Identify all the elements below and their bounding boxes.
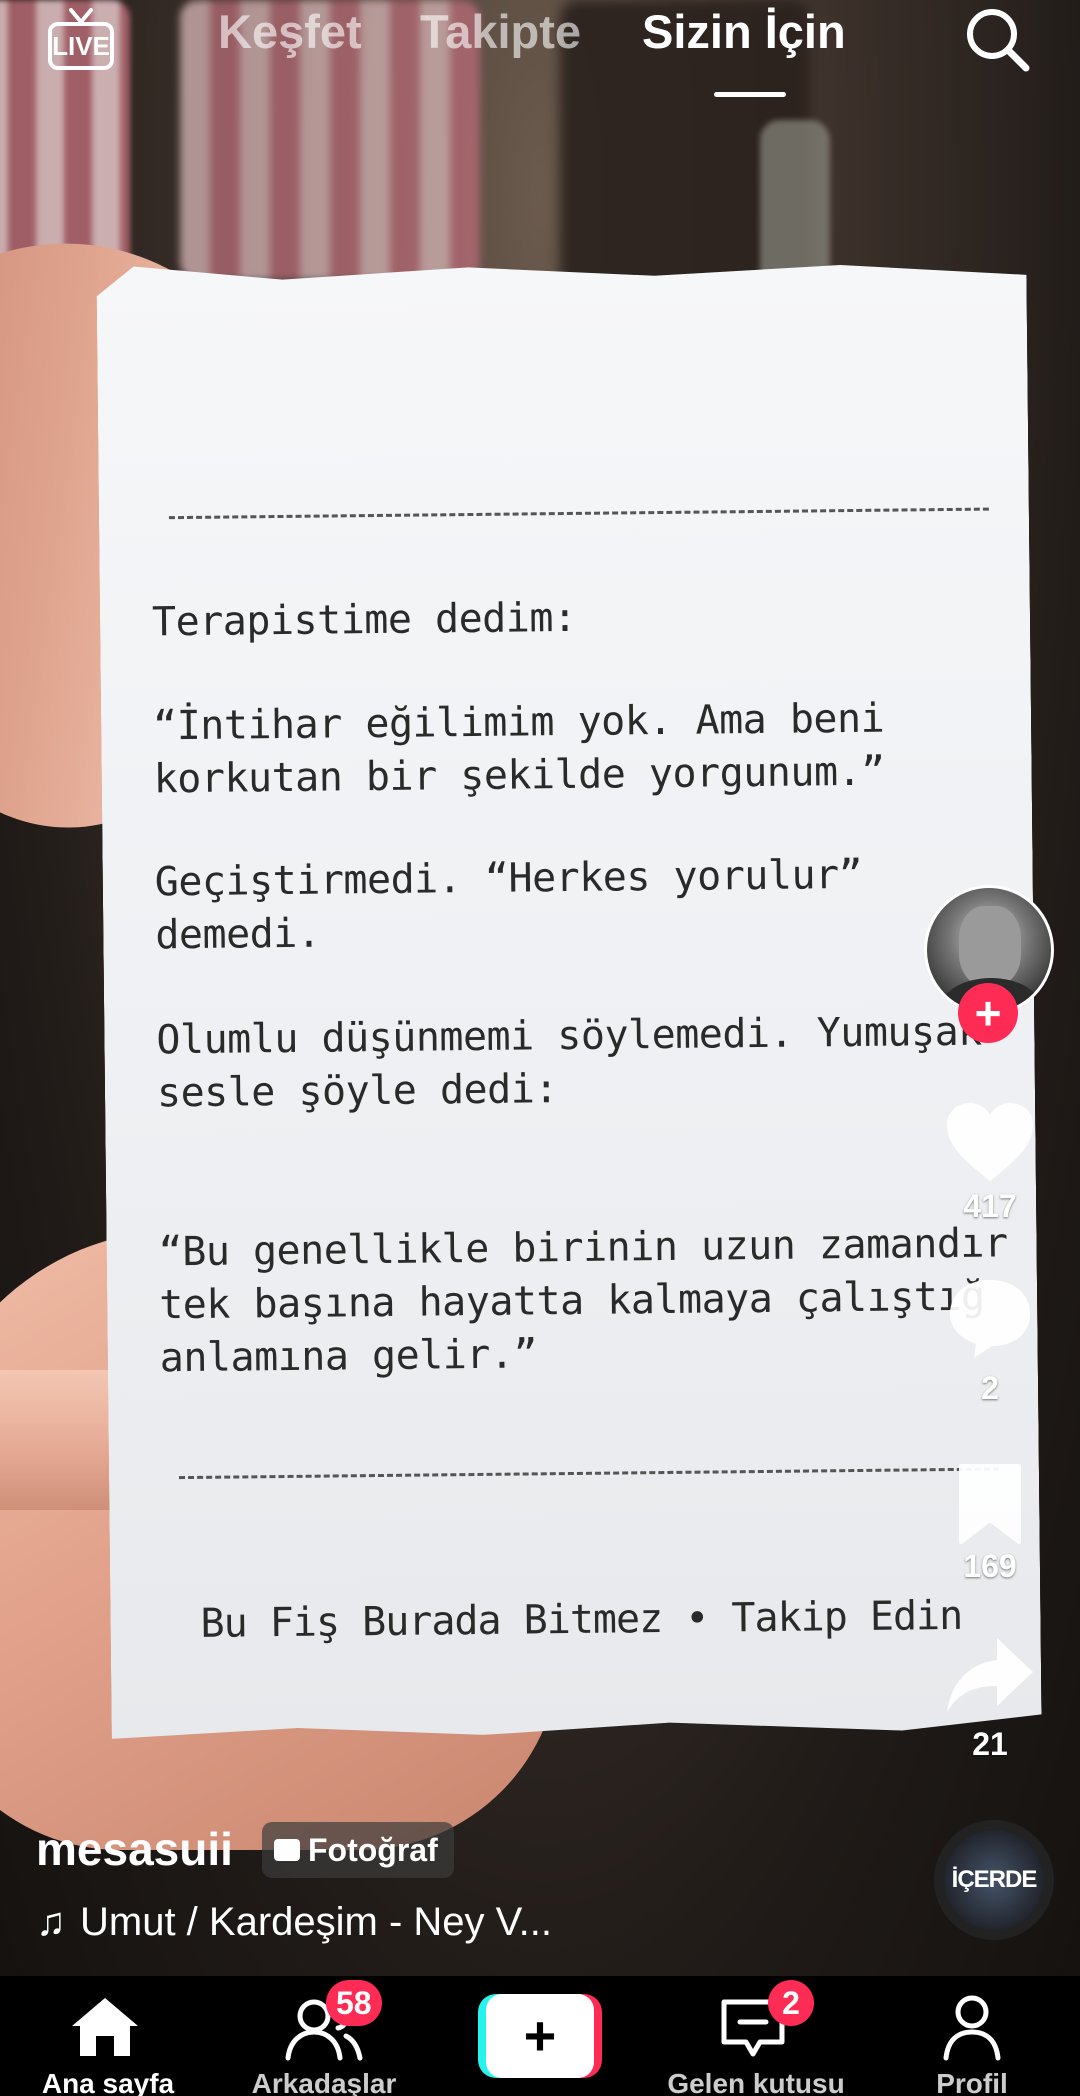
disc-label: İÇERDE [951, 1866, 1038, 1893]
creator-username[interactable]: mesasuii [36, 1822, 233, 1876]
active-tab-indicator [714, 92, 786, 97]
friends-badge: 58 [326, 1980, 382, 2026]
plus-icon: + [486, 1994, 594, 2078]
nav-home[interactable]: Ana sayfa [0, 1976, 216, 2096]
follow-button[interactable]: + [958, 983, 1018, 1043]
save-count: 169 [963, 1548, 1017, 1584]
receipt-text-p5: “Bu genellikle birinin uzun zamandır tek… [158, 1220, 1008, 1382]
comment-button[interactable] [942, 1270, 1038, 1366]
share-arrow-icon [947, 1638, 1033, 1712]
nav-profile[interactable]: Profil [864, 1976, 1080, 2096]
post-photo[interactable]: Terapistime dedim: “İntihar eğilimim yok… [0, 0, 1080, 1976]
bottom-navigation: Ana sayfa 58 Arkadaşlar + 2 Gelen kutusu [0, 1976, 1080, 2096]
bookmark-icon [959, 1464, 1021, 1544]
photo-icon [274, 1839, 300, 1861]
receipt-divider [169, 508, 989, 520]
music-info[interactable]: ♫ Umut / Kardeşim - Ney V... [36, 1900, 552, 1945]
receipt-divider [179, 1468, 999, 1480]
share-button[interactable] [942, 1628, 1038, 1724]
comment-count: 2 [981, 1370, 999, 1406]
music-note-icon: ♫ [36, 1900, 66, 1944]
heart-icon [947, 1103, 1033, 1181]
nav-home-label: Ana sayfa [41, 2068, 175, 2096]
comment-icon [950, 1280, 1030, 1358]
receipt-text-p4: Olumlu düşünmemi söylemedi. Yumuşak sesl… [156, 1008, 982, 1117]
top-navigation: LIVE Keşfet Takipte Sizin İçin [0, 0, 1080, 110]
share-count: 21 [972, 1726, 1008, 1762]
receipt-text-p3: Geçiştirmedi. “Herkes yorulur” demedi. [154, 851, 863, 959]
profile-icon [943, 1995, 1001, 2061]
receipt-paper: Terapistime dedim: “İntihar eğilimim yok… [96, 257, 1041, 1739]
nav-inbox-label: Gelen kutusu [667, 2068, 845, 2096]
receipt-text-p1: Terapistime dedim: [151, 594, 577, 646]
create-post-button[interactable]: + [478, 1994, 602, 2078]
nav-friends-label: Arkadaşlar [251, 2068, 397, 2096]
tab-sizin-icin[interactable]: Sizin İçin [642, 4, 846, 59]
music-disc[interactable]: İÇERDE [934, 1820, 1054, 1940]
post-type-badge[interactable]: Fotoğraf [262, 1822, 454, 1878]
tab-takipte[interactable]: Takipte [420, 4, 581, 59]
post-type-label: Fotoğraf [308, 1831, 438, 1868]
song-title: Umut / Kardeşim - Ney V... [80, 1900, 552, 1944]
nav-inbox[interactable]: 2 Gelen kutusu [648, 1976, 864, 2096]
search-icon[interactable] [962, 4, 1032, 74]
app-root: Terapistime dedim: “İntihar eğilimim yok… [0, 0, 1080, 2096]
home-icon [72, 1998, 138, 2056]
live-label: LIVE [52, 30, 110, 61]
nav-friends[interactable]: 58 Arkadaşlar [216, 1976, 432, 2096]
tab-kesfet[interactable]: Keşfet [218, 4, 362, 59]
live-icon: LIVE [48, 22, 114, 70]
save-button[interactable] [942, 1456, 1038, 1552]
inbox-badge: 2 [768, 1980, 814, 2026]
receipt-footer: Bu Fiş Burada Bitmez • Takip Edin [200, 1592, 963, 1647]
avatar-face [959, 906, 1021, 986]
live-button[interactable]: LIVE [46, 8, 118, 70]
nav-profile-label: Profil [936, 2068, 1008, 2096]
receipt-text-p2: “İntihar eğilimim yok. Ama beni korkutan… [152, 695, 885, 803]
like-button[interactable] [942, 1094, 1038, 1190]
like-count: 417 [963, 1188, 1017, 1224]
